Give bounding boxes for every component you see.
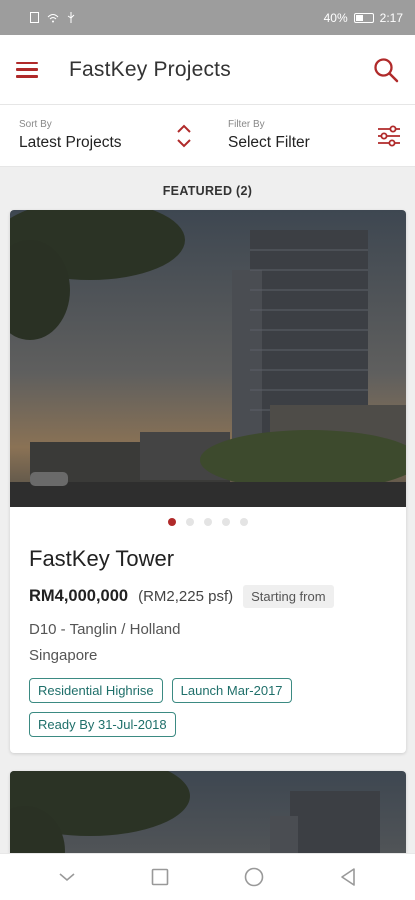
price-psf: (RM2,225 psf) <box>138 588 234 605</box>
sort-value: Latest Projects <box>19 134 122 151</box>
starting-from-badge: Starting from <box>243 585 334 608</box>
project-district: D10 - Tanglin / Holland <box>29 621 181 638</box>
status-icons-left <box>30 12 75 23</box>
pager-dot[interactable] <box>168 518 176 526</box>
project-photo[interactable] <box>10 210 406 507</box>
wifi-icon <box>47 13 59 22</box>
pager-dot[interactable] <box>222 518 230 526</box>
image-pager[interactable] <box>10 518 406 526</box>
status-icons-right: 40% 2:17 <box>324 11 403 25</box>
filter-label: Filter By <box>228 119 265 130</box>
hamburger-icon[interactable] <box>16 61 38 78</box>
sort-selector[interactable]: Sort By Latest Projects <box>0 105 206 166</box>
usb-icon <box>67 12 75 23</box>
pager-dot[interactable] <box>240 518 248 526</box>
sim-icon <box>30 12 39 23</box>
circle-home-icon[interactable] <box>244 867 264 887</box>
sort-label: Sort By <box>19 119 52 130</box>
tag-launch-date: Launch Mar-2017 <box>171 678 292 703</box>
project-info: FastKey Tower RM4,000,000 (RM2,225 psf) … <box>10 526 406 737</box>
page-title: FastKey Projects <box>69 57 231 81</box>
price-row: RM4,000,000 (RM2,225 psf) Starting from <box>29 585 388 608</box>
clock: 2:17 <box>379 10 403 25</box>
pager-dot[interactable] <box>204 518 212 526</box>
project-price: RM4,000,000 <box>29 587 129 605</box>
featured-heading: FEATURED (2) <box>162 184 253 198</box>
filter-selector[interactable]: Filter By Select Filter <box>206 105 415 166</box>
square-recent-icon[interactable] <box>151 868 169 886</box>
pager-dot[interactable] <box>186 518 194 526</box>
sort-filter-bar: Sort By Latest Projects Filter By Select… <box>0 105 415 167</box>
sliders-icon[interactable] <box>377 124 401 148</box>
project-country: Singapore <box>29 647 98 664</box>
app-bar: FastKey Projects <box>0 35 415 105</box>
project-tags: Residential Highrise Launch Mar-2017 Rea… <box>29 678 388 737</box>
battery-percent: 40% <box>323 10 348 25</box>
status-bar: 40% 2:17 <box>0 0 415 35</box>
tag-property-type: Residential Highrise <box>29 678 163 703</box>
search-icon[interactable] <box>373 57 399 83</box>
battery-icon <box>353 12 374 23</box>
chevron-down-icon[interactable] <box>58 871 76 883</box>
project-name: FastKey Tower <box>29 546 175 571</box>
system-nav-bar <box>0 853 415 900</box>
filter-value: Select Filter <box>228 134 310 151</box>
triangle-back-icon[interactable] <box>339 867 357 887</box>
sort-arrows-icon[interactable] <box>176 123 192 149</box>
tag-ready-date: Ready By 31-Jul-2018 <box>29 712 176 737</box>
project-card[interactable]: FastKey Tower RM4,000,000 (RM2,225 psf) … <box>10 210 406 753</box>
